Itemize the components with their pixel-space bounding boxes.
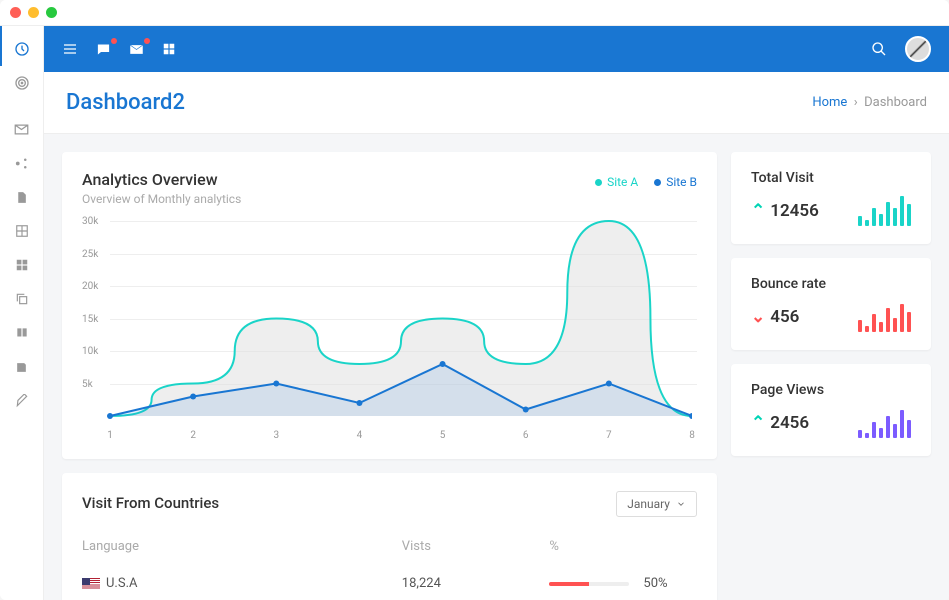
stat-card: Page Views ⌃2456 [731, 364, 931, 456]
sidebar-item-dashboard[interactable] [0, 32, 44, 66]
sidebar-item-target[interactable] [0, 66, 44, 100]
chevron-right-icon: › [851, 95, 865, 110]
mail-icon[interactable] [129, 42, 144, 57]
sidebar-item-file[interactable] [0, 180, 44, 214]
chart-legend: Site A Site B [595, 175, 697, 189]
stat-card: Total Visit ⌃12456 [731, 152, 931, 244]
stat-value: ⌃2456 [751, 413, 809, 433]
sparkline [858, 408, 911, 438]
close-icon[interactable] [10, 7, 21, 18]
sidebar-item-brush[interactable] [0, 384, 44, 418]
stat-label: Page Views [751, 382, 911, 398]
progress-bar [549, 582, 629, 586]
sidebar-item-copy[interactable] [0, 282, 44, 316]
breadcrumb: Home › Dashboard [812, 95, 927, 110]
legend-item-b: Site B [654, 175, 697, 189]
chat-icon[interactable] [96, 42, 111, 57]
maximize-icon[interactable] [46, 7, 57, 18]
breadcrumb-current: Dashboard [864, 95, 927, 110]
sidebar-item-apps[interactable] [0, 248, 44, 282]
sidebar-item-grid[interactable] [0, 214, 44, 248]
sidebar-item-save[interactable] [0, 350, 44, 384]
month-select[interactable]: January [616, 491, 697, 517]
chevron-down-icon [676, 499, 686, 509]
stat-label: Bounce rate [751, 276, 911, 292]
sidebar-item-book[interactable] [0, 316, 44, 350]
topbar [44, 26, 949, 72]
countries-title: Visit From Countries [82, 494, 219, 512]
menu-icon[interactable] [62, 41, 78, 57]
legend-item-a: Site A [595, 175, 638, 189]
stat-value: ⌃12456 [751, 201, 819, 221]
page-title: Dashboard2 [66, 90, 185, 115]
sidebar-item-share[interactable] [0, 146, 44, 180]
countries-card: Visit From Countries January Language Vi… [62, 473, 717, 600]
stat-label: Total Visit [751, 170, 911, 186]
table-row: U.S.A18,22450% [82, 570, 697, 597]
analytics-card: Analytics Overview Overview of Monthly a… [62, 152, 717, 459]
page-header: Dashboard2 Home › Dashboard [44, 72, 949, 134]
minimize-icon[interactable] [28, 7, 39, 18]
sparkline [858, 196, 911, 226]
apps-icon[interactable] [162, 42, 176, 56]
stat-card: Bounce rate ⌄456 [731, 258, 931, 350]
sidebar-item-mail[interactable] [0, 112, 44, 146]
search-icon[interactable] [871, 41, 887, 57]
chart-title: Analytics Overview [82, 170, 241, 189]
table-header: Language Vists % [82, 531, 697, 562]
sidebar [0, 26, 44, 600]
avatar[interactable] [905, 36, 931, 62]
chart-subtitle: Overview of Monthly analytics [82, 192, 241, 206]
chart: 30k25k20k15k10k5k12345678 [82, 216, 697, 441]
flag-icon [82, 578, 100, 590]
stat-value: ⌄456 [751, 307, 799, 327]
titlebar [0, 0, 949, 26]
sparkline [858, 302, 911, 332]
breadcrumb-home[interactable]: Home [812, 95, 847, 110]
